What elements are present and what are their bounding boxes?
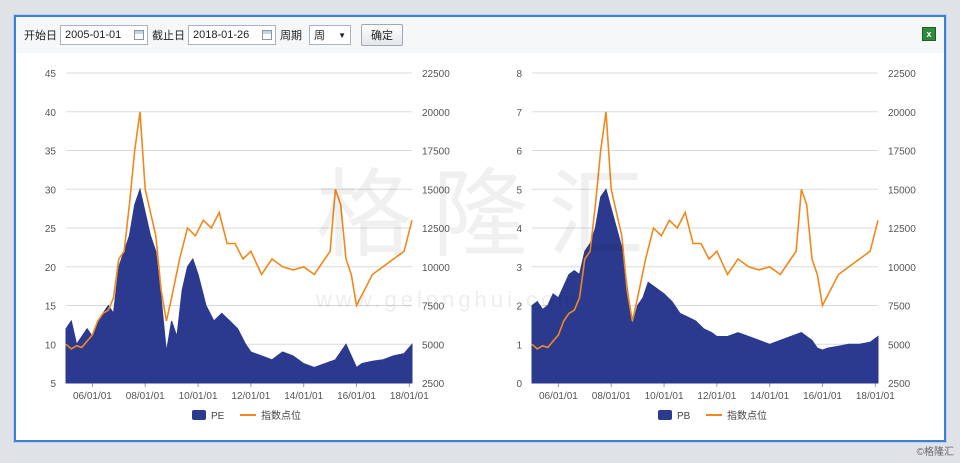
pe-x-tick: 12/01/01 (231, 391, 270, 402)
pb-y-right-tick: 5000 (888, 340, 911, 351)
pe-y-left-tick: 20 (45, 263, 57, 274)
pe-y-left-tick: 40 (45, 108, 57, 119)
toolbar: 开始日 2005-01-01 截止日 2018-01-26 周期 周 ▼ 确定 … (16, 17, 944, 53)
pb-y-right-tick: 10000 (888, 263, 916, 274)
pe-y-left-tick: 30 (45, 185, 57, 196)
pb-y-left-tick: 7 (516, 108, 522, 119)
pb-y-left-tick: 2 (516, 302, 522, 313)
dropdown-arrow-icon: ▼ (338, 30, 346, 40)
pe-y-right-tick: 22500 (422, 69, 450, 80)
pb-chart: 0 1 2 3 4 5 6 7 8 2500 5000 7500 10000 12500 15000 1750… (516, 69, 916, 422)
pb-y-left-tick: 3 (516, 263, 522, 274)
pb-y-left-tick: 4 (516, 224, 522, 235)
period-select[interactable]: 周 ▼ (309, 25, 351, 45)
end-date-label: 截止日 (152, 30, 185, 42)
pb-y-left-tick: 8 (516, 69, 522, 80)
pb-y-right-tick: 2500 (888, 379, 911, 390)
pe-y-left-tick: 35 (45, 147, 57, 158)
pb-y-right-tick: 15000 (888, 185, 916, 196)
pe-x-tick: 08/01/01 (126, 391, 165, 402)
pb-chart-panel: 0 1 2 3 4 5 6 7 8 2500 5000 7500 10000 12500 15000 1750… (488, 61, 934, 437)
pe-y-left-tick: 15 (45, 302, 57, 313)
pe-area-series (65, 187, 413, 384)
pb-legend-area-swatch (658, 410, 672, 420)
pb-x-tick: 16/01/01 (803, 391, 842, 402)
pe-legend-area-swatch (192, 410, 206, 420)
pe-x-tick: 16/01/01 (337, 391, 376, 402)
pb-y-right-tick: 22500 (888, 69, 916, 80)
pe-legend-line-label: 指数点位 (261, 409, 301, 422)
start-date-value: 2005-01-01 (65, 29, 122, 41)
pb-x-tick: 14/01/01 (750, 391, 789, 402)
pb-x-tick: 06/01/01 (539, 391, 578, 402)
pb-y-left-tick: 6 (516, 147, 522, 158)
pe-x-tick: 18/01/01 (390, 391, 429, 402)
pe-y-right-tick: 10000 (422, 263, 450, 274)
chart-frame: 开始日 2005-01-01 截止日 2018-01-26 周期 周 ▼ 确定 … (14, 15, 946, 442)
pe-y-right-tick: 15000 (422, 185, 450, 196)
pb-y-left-tick: 1 (516, 340, 522, 351)
pe-y-left-tick: 10 (45, 340, 57, 351)
pb-y-right-tick: 17500 (888, 147, 916, 158)
pb-x-tick: 08/01/01 (592, 391, 631, 402)
confirm-button[interactable]: 确定 (361, 24, 403, 46)
pe-y-right-tick: 7500 (422, 302, 445, 313)
pe-y-right-tick: 5000 (422, 340, 445, 351)
pe-x-tick: 14/01/01 (284, 391, 323, 402)
pe-y-left-tick: 45 (45, 69, 57, 80)
end-date-input[interactable]: 2018-01-26 (188, 25, 276, 45)
pb-x-tick: 18/01/01 (856, 391, 895, 402)
pe-legend-area-label: PE (211, 411, 225, 422)
pe-y-left-tick: 25 (45, 224, 57, 235)
pe-y-right-tick: 17500 (422, 147, 450, 158)
end-date-value: 2018-01-26 (193, 29, 250, 41)
pe-x-tick: 10/01/01 (179, 391, 218, 402)
pb-y-right-tick: 20000 (888, 108, 916, 119)
excel-export-icon[interactable]: x (922, 27, 936, 41)
calendar-icon[interactable] (262, 30, 272, 40)
pb-legend-line-label: 指数点位 (727, 409, 767, 422)
pb-y-right-tick: 7500 (888, 302, 911, 313)
period-value: 周 (314, 30, 325, 42)
start-date-input[interactable]: 2005-01-01 (60, 25, 148, 45)
pe-y-right-tick: 2500 (422, 379, 445, 390)
calendar-icon[interactable] (134, 30, 144, 40)
pb-area-series (531, 188, 879, 384)
start-date-label: 开始日 (24, 30, 57, 42)
credit-text: ©格隆汇 (916, 447, 954, 458)
pe-y-right-tick: 20000 (422, 108, 450, 119)
pe-y-left-tick: 5 (50, 379, 56, 390)
pb-y-right-tick: 12500 (888, 224, 916, 235)
pe-chart: 5 10 15 20 25 30 35 40 45 2500 5000 7500 10000 12500 1… (45, 69, 450, 422)
pe-y-right-tick: 12500 (422, 224, 450, 235)
pb-legend-area-label: PB (677, 411, 691, 422)
pe-chart-panel: 5 10 15 20 25 30 35 40 45 2500 5000 7500 10000 12500 1… (22, 61, 468, 437)
period-label: 周期 (280, 30, 302, 42)
pb-y-left-tick: 5 (516, 185, 522, 196)
pb-x-tick: 12/01/01 (697, 391, 736, 402)
pb-x-tick: 10/01/01 (645, 391, 684, 402)
pe-x-tick: 06/01/01 (73, 391, 112, 402)
pb-y-left-tick: 0 (516, 379, 522, 390)
